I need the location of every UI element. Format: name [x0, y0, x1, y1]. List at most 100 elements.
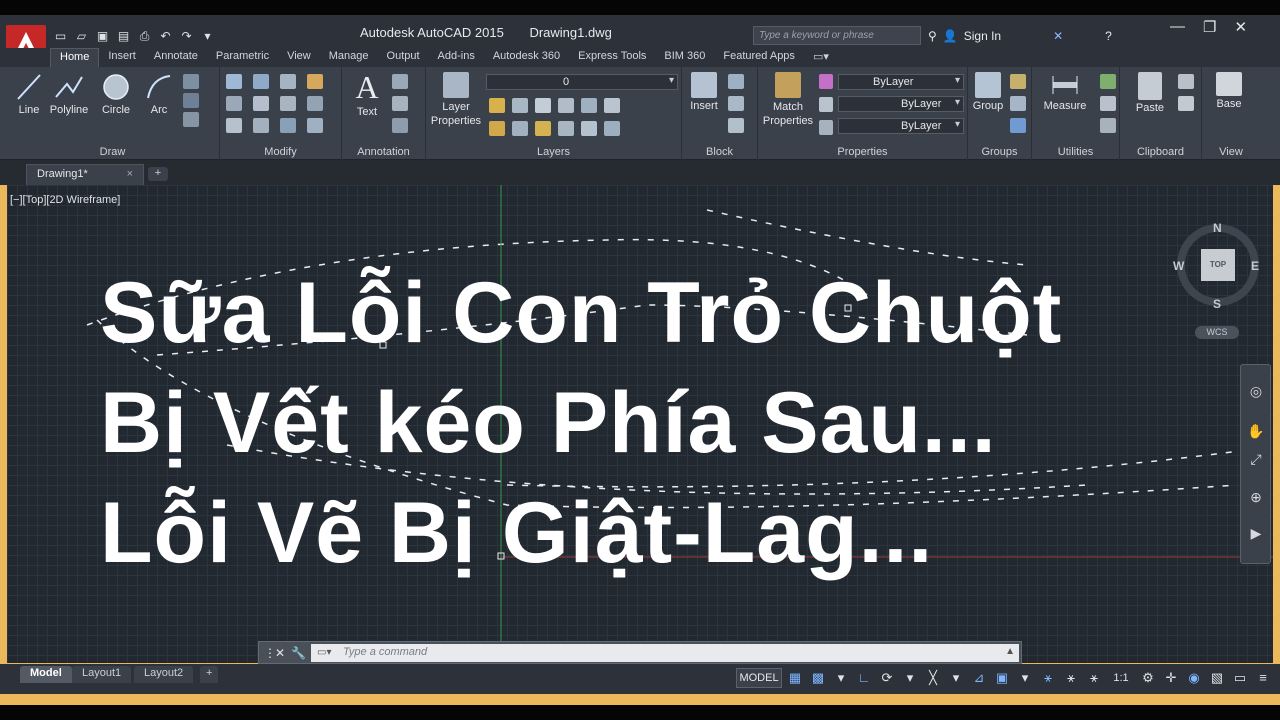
orbit-icon[interactable]: ⊕ [1246, 489, 1266, 509]
layer-unlock-icon[interactable] [558, 121, 574, 136]
offset-icon[interactable] [307, 118, 323, 133]
object-snap-tracking-icon[interactable]: ╳ [925, 668, 941, 688]
close-icon[interactable]: ✕ [1234, 18, 1247, 36]
layer-properties-button[interactable]: Layer Properties [430, 72, 482, 128]
arc-button[interactable]: Arc [143, 72, 175, 116]
compass-north[interactable]: N [1213, 221, 1222, 235]
copy-clip-icon[interactable] [1178, 96, 1194, 111]
tab-featured-apps[interactable]: Featured Apps [714, 48, 804, 67]
layer-unisolate-icon[interactable] [512, 121, 528, 136]
object-snap-icon[interactable]: ▾ [948, 668, 964, 688]
edit-attributes-icon[interactable] [728, 118, 744, 133]
move-icon[interactable] [226, 74, 242, 89]
tab-home[interactable]: Home [50, 48, 100, 67]
layer-freeze-icon[interactable] [535, 98, 551, 113]
tab-insert[interactable]: Insert [99, 48, 145, 67]
maximize-icon[interactable]: ❐ [1203, 18, 1216, 36]
compass-south[interactable]: S [1213, 297, 1221, 311]
customize-icon[interactable]: 🔧 [291, 646, 306, 660]
linetype-dropdown[interactable]: ByLayer [838, 96, 964, 112]
command-input[interactable]: Type a command [311, 644, 1019, 662]
isodraft-icon[interactable]: ▾ [902, 668, 918, 688]
compass-east[interactable]: E [1251, 259, 1259, 273]
customization-icon[interactable]: ≡ [1255, 668, 1271, 688]
tab-view[interactable]: View [278, 48, 320, 67]
hardware-acceleration-icon[interactable]: ▧ [1209, 668, 1225, 688]
layout1-tab[interactable]: Layout1 [72, 666, 132, 683]
new-icon[interactable]: ▭ [52, 28, 69, 44]
group-button[interactable]: Group [971, 72, 1005, 112]
document-tab-drawing1[interactable]: Drawing1* × [26, 164, 144, 185]
lineweight-toggle-icon[interactable]: ⊿ [971, 668, 987, 688]
explode-icon[interactable] [307, 96, 323, 111]
command-prompt-icon[interactable]: ▭▾ [317, 647, 331, 658]
measure-button[interactable]: Measure [1040, 72, 1090, 112]
calculator-icon[interactable] [1100, 118, 1116, 133]
layer-lock-icon[interactable] [558, 98, 574, 113]
lineweight-dropdown[interactable]: ByLayer [838, 118, 964, 134]
clipboard-panel-title[interactable]: Clipboard [1120, 146, 1201, 158]
cut-icon[interactable] [1178, 74, 1194, 89]
polar-icon[interactable]: ⟳ [879, 668, 895, 688]
add-layout-button[interactable]: + [200, 666, 219, 683]
properties-panel-title[interactable]: Properties [758, 146, 967, 158]
layer-isolate-icon[interactable] [512, 98, 528, 113]
model-tab[interactable]: Model [20, 666, 72, 683]
qat-dropdown-icon[interactable]: ▾ [199, 28, 216, 44]
close-tab-icon[interactable]: × [127, 168, 133, 180]
layer-off-icon[interactable] [489, 98, 505, 113]
search-input[interactable]: Type a keyword or phrase [753, 26, 921, 45]
annotation-monitor-icon[interactable]: ✛ [1163, 668, 1179, 688]
clean-screen-icon[interactable]: ▭ [1232, 668, 1248, 688]
viewcube-top-face[interactable]: TOP [1201, 249, 1235, 281]
grid-icon[interactable]: ▦ [787, 668, 803, 688]
base-button[interactable]: Base [1212, 72, 1246, 110]
redo-icon[interactable]: ↷ [178, 28, 195, 44]
quick-select-icon[interactable] [1100, 74, 1116, 89]
copy-icon[interactable] [226, 96, 242, 111]
tab-output[interactable]: Output [378, 48, 429, 67]
layout2-tab[interactable]: Layout2 [134, 666, 194, 683]
selection-cycling-icon[interactable]: ▣ [994, 668, 1010, 688]
annotation-visibility-icon[interactable]: ⚹ [1040, 668, 1056, 688]
tab-add-ins[interactable]: Add-ins [429, 48, 484, 67]
tab-annotate[interactable]: Annotate [145, 48, 207, 67]
view-panel-title[interactable]: View [1202, 146, 1260, 158]
rectangle-icon[interactable] [183, 74, 199, 89]
fillet-icon[interactable] [280, 96, 296, 111]
polyline-button[interactable]: Polyline [48, 72, 90, 116]
annotation-panel-title[interactable]: Annotation [342, 146, 425, 158]
close-command-line-icon[interactable]: ✕ [273, 646, 287, 660]
layer-thaw-icon[interactable] [535, 121, 551, 136]
modify-panel-title[interactable]: Modify [220, 146, 341, 158]
group-edit-icon[interactable] [1010, 96, 1026, 111]
open-icon[interactable]: ▱ [73, 28, 90, 44]
command-history-icon[interactable]: ▲ [1005, 646, 1015, 657]
zoom-extents-icon[interactable]: ⤢ [1246, 451, 1266, 471]
block-panel-title[interactable]: Block [682, 146, 757, 158]
minimize-icon[interactable]: — [1170, 18, 1185, 36]
layers-panel-title[interactable]: Layers [426, 146, 681, 158]
ortho-icon[interactable]: ∟ [856, 668, 872, 688]
help-icon[interactable]: ? [1105, 29, 1112, 43]
dynamic-ucs-icon[interactable]: ▾ [1017, 668, 1033, 688]
layer-walk-icon[interactable] [604, 121, 620, 136]
snap-dropdown-icon[interactable]: ▾ [833, 668, 849, 688]
undo-icon[interactable]: ↶ [157, 28, 174, 44]
steering-wheel-icon[interactable]: ◎ [1246, 383, 1266, 403]
tab-parametric[interactable]: Parametric [207, 48, 278, 67]
edit-block-icon[interactable] [728, 96, 744, 111]
utilities-panel-title[interactable]: Utilities [1032, 146, 1119, 158]
region-icon[interactable] [183, 112, 199, 127]
erase-icon[interactable] [307, 74, 323, 89]
match-properties-button[interactable]: Match Properties [760, 72, 816, 128]
ungroup-icon[interactable] [1010, 74, 1026, 89]
save-as-icon[interactable]: ▤ [115, 28, 132, 44]
ucs-menu[interactable]: WCS [1195, 326, 1239, 339]
insert-button[interactable]: Insert [686, 72, 722, 112]
trim-icon[interactable] [280, 74, 296, 89]
draw-panel-title[interactable]: Draw [6, 146, 219, 158]
groups-panel-title[interactable]: Groups [968, 146, 1031, 158]
tab-manage[interactable]: Manage [320, 48, 378, 67]
layer-dropdown[interactable]: 0 [486, 74, 678, 90]
